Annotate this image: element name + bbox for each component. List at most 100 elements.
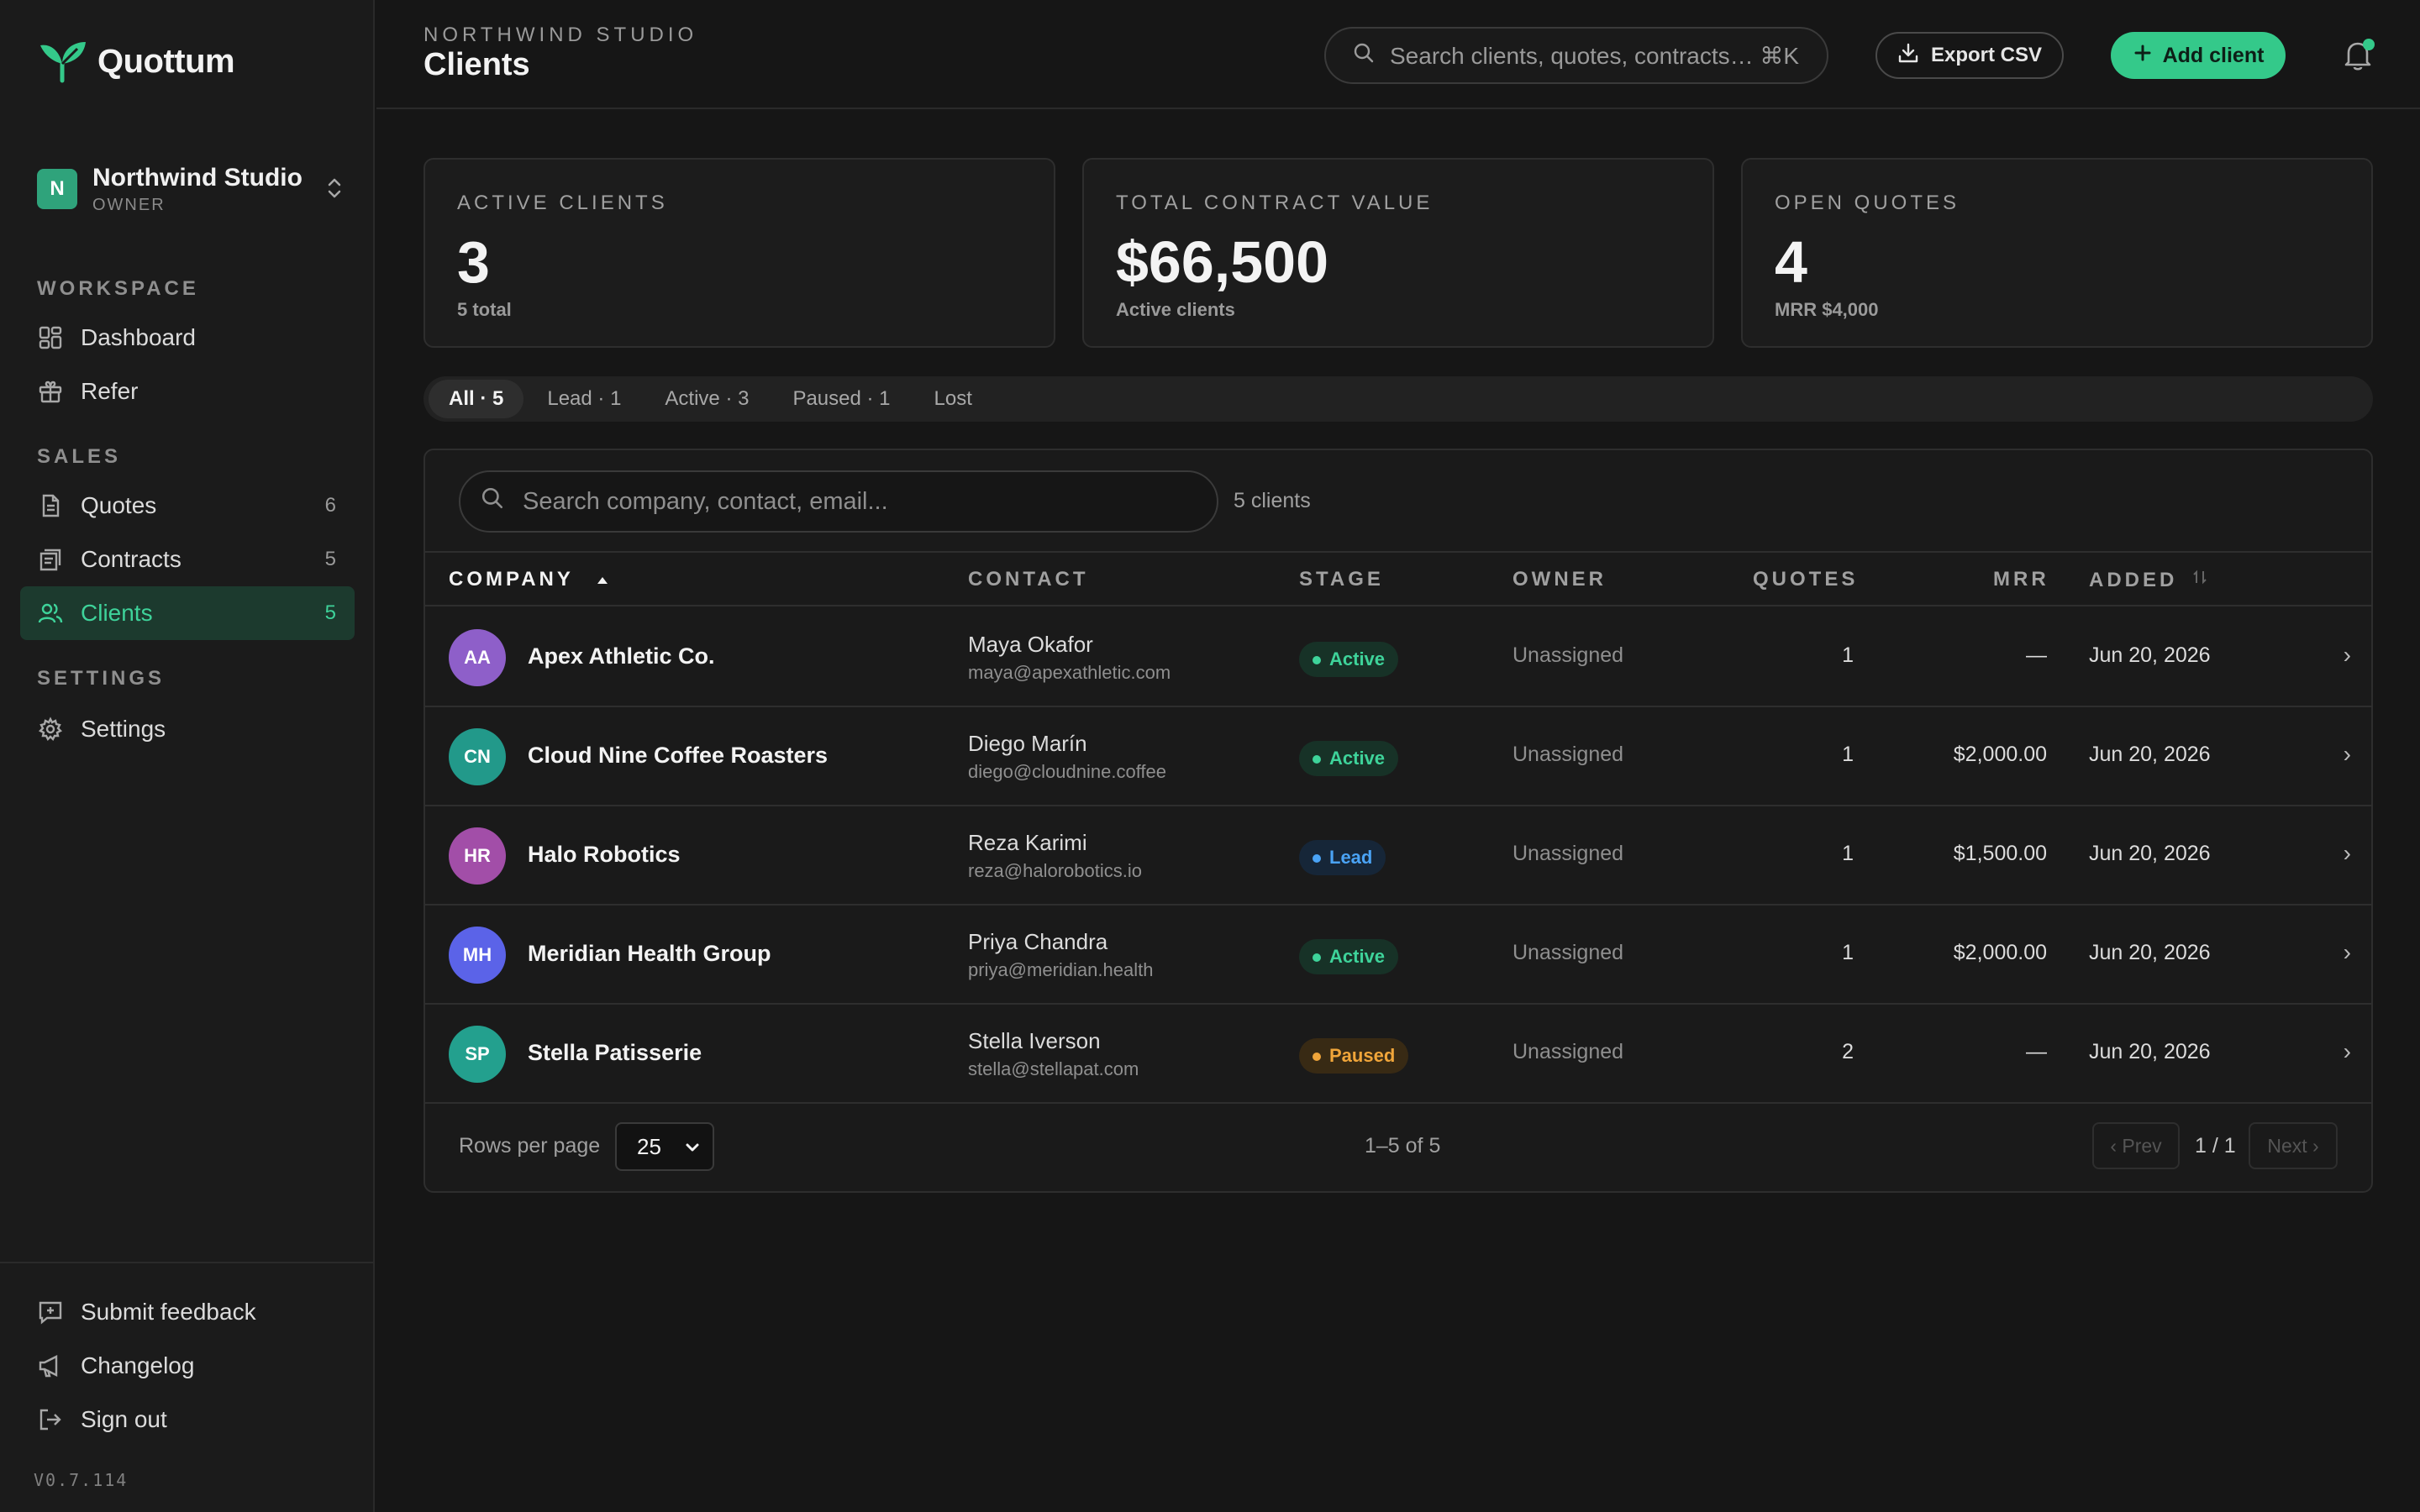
chevron-right-icon[interactable]: › — [2344, 939, 2351, 966]
mrr-value: — — [2026, 643, 2047, 667]
sidebar-divider — [0, 1262, 375, 1263]
stat-value: 4 — [1775, 229, 1807, 295]
table-search-input[interactable]: Search company, contact, email... — [459, 470, 1218, 533]
sidebar-item-refer[interactable]: Refer — [20, 365, 355, 418]
added-date: Jun 20, 2026 — [2089, 643, 2211, 667]
megaphone-icon — [37, 1352, 64, 1379]
rows-per-page-select[interactable]: 25 — [615, 1122, 714, 1171]
stat-value: $66,500 — [1116, 229, 1329, 295]
table-footer: Rows per page 25 1–5 of 5 ‹ Prev 1 / 1 N… — [425, 1102, 2371, 1191]
tab-lead[interactable]: Lead · 1 — [527, 380, 641, 418]
org-switcher[interactable]: N Northwind Studio OWNER — [37, 160, 345, 218]
owner-name: Unassigned — [1512, 643, 1624, 667]
tab-active[interactable]: Active · 3 — [644, 380, 769, 418]
download-icon — [1897, 42, 1919, 70]
document-icon — [37, 492, 64, 519]
column-header-added[interactable]: ADDED — [2089, 568, 2208, 592]
chevron-right-icon[interactable]: › — [2344, 840, 2351, 867]
prev-page-button[interactable]: ‹ Prev — [2092, 1122, 2180, 1169]
next-page-button[interactable]: Next › — [2249, 1122, 2338, 1169]
section-sales: SALES — [37, 445, 122, 468]
sort-both-icon — [2193, 570, 2207, 585]
company-name: Meridian Health Group — [528, 941, 771, 966]
add-client-label: Add client — [2162, 43, 2265, 67]
tab-paused[interactable]: Paused · 1 — [772, 380, 910, 418]
section-workspace: WORKSPACE — [37, 277, 199, 300]
changelog-link[interactable]: Changelog — [20, 1339, 355, 1393]
table-row[interactable]: AA Apex Athletic Co. Maya Okafor maya@apexa… — [425, 608, 2371, 707]
stage-filter-tabs: All · 5 Lead · 1 Active · 3 Paused · 1 L… — [424, 376, 2373, 422]
sidebar-count: 5 — [324, 601, 336, 624]
app-name: Quottum — [97, 42, 235, 80]
leaf-logo-icon — [40, 42, 86, 83]
sidebar-item-settings[interactable]: Settings — [20, 702, 355, 756]
added-date: Jun 20, 2026 — [2089, 941, 2211, 964]
stage-badge: Active — [1299, 741, 1399, 776]
export-csv-button[interactable]: Export CSV — [1876, 32, 2064, 79]
table-row[interactable]: CN Cloud Nine Coffee Roasters Diego Marín d… — [425, 707, 2371, 806]
app-version: V0.7.114 — [34, 1470, 129, 1490]
sidebar-item-label: Contracts — [81, 546, 182, 572]
column-header-owner[interactable]: OWNER — [1512, 568, 1607, 591]
company-avatar: SP — [449, 1026, 506, 1083]
section-settings: SETTINGS — [37, 667, 166, 690]
sidebar: Quottum N Northwind Studio OWNER WORKSPA… — [0, 0, 375, 1512]
table-row[interactable]: SP Stella Patisserie Stella Iverson stella@… — [425, 1005, 2371, 1104]
sidebar-count: 6 — [324, 494, 336, 517]
clients-table-panel: Search company, contact, email... 5 clie… — [424, 449, 2373, 1193]
org-name: Northwind Studio — [92, 163, 302, 192]
added-date: Jun 20, 2026 — [2089, 1040, 2211, 1063]
chevron-right-icon[interactable]: › — [2344, 741, 2351, 768]
brand[interactable]: Quottum — [37, 39, 235, 84]
tab-lost[interactable]: Lost — [914, 380, 992, 418]
notifications-button[interactable] — [2339, 37, 2376, 74]
sidebar-item-quotes[interactable]: Quotes 6 — [20, 479, 355, 533]
added-date: Jun 20, 2026 — [2089, 842, 2211, 865]
global-search-input[interactable]: Search clients, quotes, contracts… ⌘K — [1324, 27, 1828, 84]
feedback-icon — [37, 1299, 64, 1326]
column-header-company[interactable]: COMPANY — [449, 568, 611, 591]
mrr-value: $2,000.00 — [1953, 941, 2047, 964]
contact-name: Reza Karimi — [968, 830, 1087, 855]
sign-out-button[interactable]: Sign out — [20, 1393, 355, 1446]
chevron-right-icon[interactable]: › — [2344, 642, 2351, 669]
column-header-mrr[interactable]: MRR — [1993, 568, 2049, 591]
plus-icon — [2133, 43, 2153, 69]
stat-label: TOTAL CONTRACT VALUE — [1116, 192, 1434, 214]
add-client-button[interactable]: Add client — [2111, 32, 2286, 79]
table-row[interactable]: HR Halo Robotics Reza Karimi reza@halorobot… — [425, 806, 2371, 906]
stat-sub: Active clients — [1116, 299, 1235, 320]
column-header-contact[interactable]: CONTACT — [968, 568, 1089, 591]
contact-name: Stella Iverson — [968, 1028, 1101, 1053]
stat-sub: 5 total — [457, 299, 512, 320]
quote-count: 1 — [1842, 643, 1854, 667]
chevron-down-icon — [686, 1143, 699, 1152]
owner-name: Unassigned — [1512, 1040, 1624, 1063]
column-header-stage[interactable]: STAGE — [1299, 568, 1384, 591]
sidebar-item-label: Dashboard — [81, 324, 196, 350]
sidebar-item-clients[interactable]: Clients 5 — [20, 586, 355, 640]
global-search-placeholder: Search clients, quotes, contracts… ⌘K — [1390, 42, 1800, 69]
company-avatar: AA — [449, 629, 506, 686]
company-avatar: MH — [449, 927, 506, 984]
chevron-right-icon[interactable]: › — [2344, 1038, 2351, 1065]
gear-icon — [37, 716, 64, 743]
company-avatar: CN — [449, 728, 506, 785]
sort-asc-icon — [597, 577, 608, 584]
sidebar-item-dashboard[interactable]: Dashboard — [20, 311, 355, 365]
stat-label: ACTIVE CLIENTS — [457, 192, 668, 214]
stat-sub: MRR $4,000 — [1775, 299, 1879, 320]
org-avatar: N — [37, 169, 77, 209]
table-search-placeholder: Search company, contact, email... — [523, 487, 888, 515]
stat-label: OPEN QUOTES — [1775, 192, 1960, 214]
sidebar-item-label: Changelog — [81, 1352, 195, 1378]
sidebar-item-contracts[interactable]: Contracts 5 — [20, 533, 355, 586]
added-date: Jun 20, 2026 — [2089, 743, 2211, 766]
owner-name: Unassigned — [1512, 941, 1624, 964]
tab-all[interactable]: All · 5 — [429, 380, 524, 418]
page-indicator: 1 / 1 — [2195, 1134, 2236, 1158]
submit-feedback-button[interactable]: Submit feedback — [20, 1285, 355, 1339]
contact-email: maya@apexathletic.com — [968, 662, 1171, 683]
table-row[interactable]: MH Meridian Health Group Priya Chandra priy… — [425, 906, 2371, 1005]
column-header-quotes[interactable]: QUOTES — [1753, 568, 1858, 591]
